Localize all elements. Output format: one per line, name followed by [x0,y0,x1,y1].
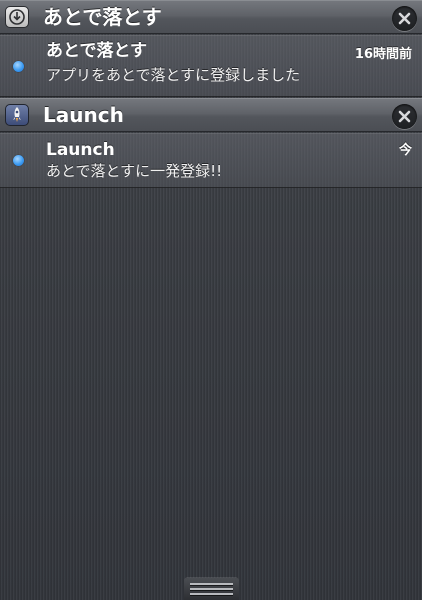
pull-handle[interactable] [184,578,239,600]
close-button[interactable] [392,6,417,31]
grip-line [190,583,233,585]
download-icon [5,6,29,28]
section-title: あとで落とす [43,5,162,29]
close-icon [398,12,411,25]
section-title: Launch [43,103,124,127]
notification-item[interactable]: あとで落とす 16時間前 アプリをあとで落とすに登録しました [0,35,422,97]
close-button[interactable] [392,104,417,129]
section-header-launch: Launch [0,98,422,132]
notification-message: アプリをあとで落とすに登録しました [46,66,301,84]
section-header-atode-otosu: あとで落とす [0,0,422,34]
unread-indicator [13,155,24,166]
notification-timestamp: 16時間前 [354,47,412,62]
close-icon [398,110,411,123]
unread-indicator [13,61,24,72]
notification-title: Launch [46,140,115,160]
notification-item[interactable]: Launch 今 あとで落とすに一発登録!! [0,133,422,188]
rocket-icon [5,104,29,126]
grip-line [190,593,233,595]
notification-message: あとで落とすに一発登録!! [46,162,223,180]
notification-title: あとで落とす [46,41,147,61]
grip-line [190,588,233,590]
notification-timestamp: 今 [398,143,412,158]
